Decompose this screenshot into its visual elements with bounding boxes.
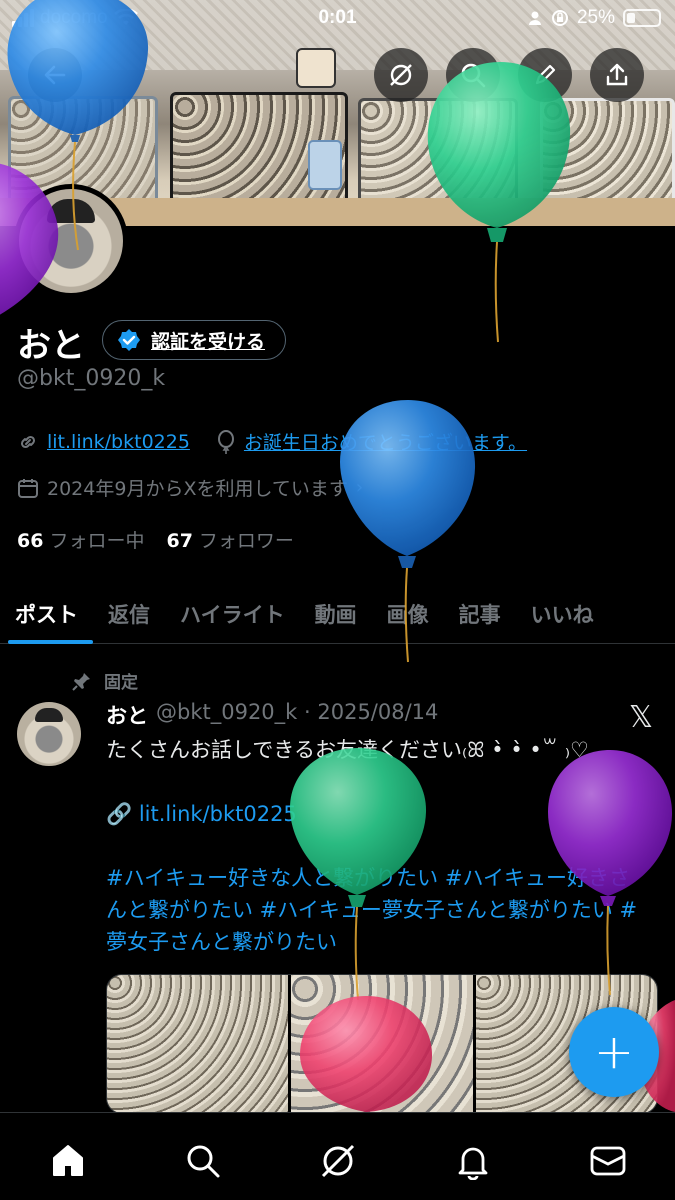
media-image[interactable] (107, 975, 289, 1113)
chevron-right-icon: › (355, 477, 364, 498)
follow-stats: 66 フォロー中 67 フォロワー (17, 526, 294, 553)
pinned-label: 固定 (104, 673, 138, 693)
post-link-row: 🔗 lit.link/bkt0225 (106, 798, 651, 830)
x-logo-icon: 𝕏 (628, 700, 653, 735)
profile-name: おと (17, 326, 85, 366)
search-icon (187, 1145, 219, 1178)
followers-label: フォロワー (198, 530, 294, 552)
pinned-indicator: 固定 (72, 668, 138, 693)
share-button[interactable] (590, 48, 644, 102)
edit-button[interactable] (518, 48, 572, 102)
notifications-icon (458, 1147, 487, 1180)
back-button[interactable] (28, 48, 82, 102)
balloon-icon (217, 429, 234, 454)
banner-bag (540, 98, 675, 204)
post-hashtags[interactable]: #ハイキュー好きな人と繋がりたい #ハイキュー好きさんと繋がりたい #ハイキュー… (106, 862, 651, 958)
grok-icon (321, 1144, 354, 1178)
share-icon (606, 63, 628, 86)
post-text: たくさんお話しできるお友達ください₍ꕤ •̀ •̀ •꒳ ₎♡ (106, 738, 589, 762)
back-arrow-icon (44, 65, 66, 85)
media-image[interactable] (291, 975, 473, 1113)
status-bar: docomo 0:01 25% (0, 0, 675, 36)
get-verified-button[interactable]: 認証を受ける (102, 320, 287, 360)
followers-count: 67 (166, 530, 193, 552)
tab-videos[interactable]: 動画 (300, 584, 372, 644)
pin-icon (72, 672, 90, 691)
tab-articles[interactable]: 記事 (444, 584, 516, 644)
tab-images[interactable]: 画像 (372, 584, 444, 644)
orientation-lock-icon (551, 10, 568, 26)
grok-button[interactable] (374, 48, 428, 102)
nav-search[interactable] (173, 1139, 233, 1183)
post-meta: @bkt_0920_k · 2025/08/14 (156, 700, 439, 724)
nav-messages[interactable] (578, 1139, 638, 1183)
verified-badge-icon (118, 329, 140, 351)
following-stat[interactable]: 66 フォロー中 (17, 526, 144, 553)
link-emoji-icon: 🔗 (106, 802, 139, 826)
profile-avatar[interactable] (14, 184, 128, 298)
post-header: おと @bkt_0920_k · 2025/08/14 (106, 700, 438, 730)
post-link[interactable]: lit.link/bkt0225 (139, 802, 297, 826)
person-icon (528, 11, 541, 25)
link-icon (20, 435, 36, 448)
website-link[interactable]: lit.link/bkt0225 (47, 431, 190, 453)
banner-bag (358, 98, 518, 206)
battery-percent: 25% (576, 7, 615, 28)
profile-meta-links: lit.link/bkt0225 お誕生日おめでとうございます。 (17, 428, 527, 455)
tab-posts[interactable]: ポスト (0, 584, 93, 644)
nav-home[interactable] (38, 1139, 98, 1183)
avatar-image (19, 189, 123, 293)
post-body: たくさんお話しできるお友達ください₍ꕤ •̀ •̀ •꒳ ₎♡ 🔗 lit.li… (106, 734, 651, 990)
post-author[interactable]: おと (106, 700, 148, 730)
compose-button[interactable]: + (569, 1007, 659, 1097)
joined-text: 2024年9月からXを利用しています (47, 478, 348, 500)
tab-highlights[interactable]: ハイライト (165, 584, 300, 644)
banner-charm (296, 48, 336, 88)
profile-tabs: ポスト 返信 ハイライト 動画 画像 記事 いいね (0, 584, 675, 644)
calendar-icon (18, 478, 38, 498)
tab-replies[interactable]: 返信 (93, 584, 165, 644)
tab-likes[interactable]: いいね (516, 584, 609, 644)
followers-stat[interactable]: 67 フォロワー (166, 526, 293, 553)
profile-handle: @bkt_0920_k (17, 366, 166, 391)
following-count: 66 (17, 530, 44, 552)
birthday-text[interactable]: お誕生日おめでとうございます。 (244, 428, 527, 455)
post-avatar[interactable] (17, 702, 81, 766)
banner-keychain (308, 140, 342, 190)
bottom-navigation (0, 1112, 675, 1200)
home-icon (52, 1145, 83, 1176)
following-label: フォロー中 (49, 530, 145, 552)
joined-row[interactable]: 2024年9月からXを利用しています › (17, 474, 363, 501)
pencil-icon (535, 64, 556, 85)
nav-notifications[interactable] (443, 1139, 503, 1183)
nav-grok[interactable] (308, 1139, 368, 1183)
get-verified-label: 認証を受ける (151, 330, 266, 353)
messages-icon (590, 1146, 625, 1176)
search-button[interactable] (446, 48, 500, 102)
grok-icon (390, 64, 412, 86)
search-icon (461, 63, 486, 88)
battery-icon (623, 9, 661, 27)
